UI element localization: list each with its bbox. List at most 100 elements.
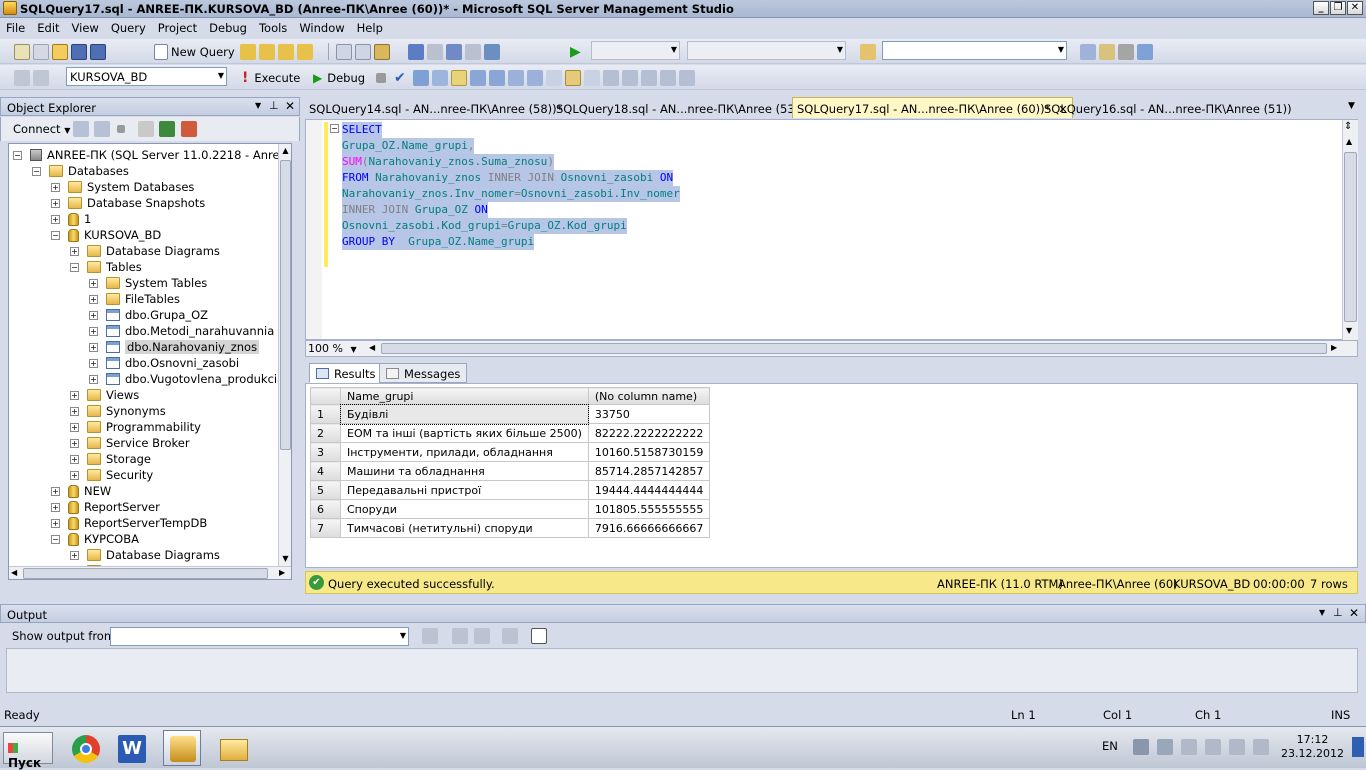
client-statistics-icon[interactable] (527, 69, 543, 86)
tree-node[interactable]: + Security (70, 467, 153, 483)
grid-cell[interactable]: Передавальні пристрої (340, 480, 589, 500)
tree-scroll-left-icon[interactable]: ◀ (11, 568, 17, 577)
expand-node-icon[interactable]: + (51, 182, 60, 192)
tree-node[interactable]: + ReportServer (51, 499, 160, 515)
tree-node[interactable]: + Synonyms (70, 403, 166, 419)
registered-servers-icon[interactable] (1080, 43, 1096, 60)
tree-node[interactable]: + Database Diagrams (70, 547, 220, 563)
paste-icon[interactable] (374, 43, 390, 60)
editor-scroll-up-icon[interactable]: ▲ (1346, 137, 1352, 146)
row-number[interactable]: 3 (310, 442, 341, 462)
restore-button[interactable]: ❐ (1330, 1, 1346, 15)
intellisense-icon[interactable] (470, 69, 486, 86)
row-number[interactable]: 5 (310, 480, 341, 500)
row-number[interactable]: 4 (310, 461, 341, 481)
tree-scroll-right-icon[interactable]: ▶ (279, 568, 285, 577)
tree-node[interactable]: − КУРСОВА (51, 531, 139, 547)
row-number[interactable]: 7 (310, 518, 341, 538)
start-button[interactable]: Пуск (3, 732, 53, 770)
tree-scroll-thumb[interactable] (280, 160, 291, 450)
connect-icon[interactable] (14, 69, 30, 86)
tree-node[interactable]: + ReportServerTempDB (51, 515, 207, 531)
solution-platform-combo[interactable]: ▼ (687, 41, 846, 60)
change-connection-icon[interactable] (33, 69, 49, 86)
expand-node-icon[interactable]: + (70, 422, 79, 432)
display-estimated-plan-icon[interactable] (413, 69, 429, 86)
tree-scroll-up-icon[interactable]: ▲ (279, 144, 291, 158)
grid-cell[interactable]: Споруди (340, 499, 589, 519)
volume-muted-icon[interactable] (1229, 739, 1245, 755)
tree-vertical-scrollbar[interactable]: ▲ ▼ (278, 144, 291, 567)
pin-icon[interactable]: ⊥ (269, 99, 279, 112)
expand-node-icon[interactable]: + (70, 454, 79, 464)
menu-window[interactable]: Window (293, 19, 350, 35)
parse-icon[interactable]: ✔ (394, 70, 410, 86)
stop-icon[interactable] (117, 125, 125, 133)
table-row[interactable]: 5 Передавальні пристрої 19444.4444444444 (310, 480, 711, 500)
disconnect-icon[interactable] (94, 121, 110, 137)
clock[interactable]: 17:12 23.12.2012 (1281, 733, 1344, 761)
chrome-taskbar-button[interactable] (66, 730, 104, 766)
collapse-node-icon[interactable]: − (70, 262, 79, 272)
expand-node-icon[interactable]: + (51, 214, 60, 224)
grid-cell[interactable]: 101805.555555555 (587, 499, 711, 519)
solution-configuration-combo[interactable]: ▼ (591, 41, 680, 60)
tree-node[interactable]: + Database Diagrams (70, 243, 220, 259)
add-item-icon[interactable] (33, 43, 49, 60)
output-pin-icon[interactable]: ⊥ (1333, 606, 1343, 619)
save-icon[interactable] (71, 43, 87, 60)
row-number[interactable]: 1 (310, 404, 341, 424)
filter-icon[interactable] (138, 121, 154, 137)
menu-debug[interactable]: Debug (203, 19, 253, 35)
tree-node[interactable]: +1 (51, 211, 91, 227)
go-to-next-message-icon[interactable] (452, 628, 468, 644)
grid-cell[interactable]: 85714.2857142857 (587, 461, 711, 481)
expand-node-icon[interactable]: + (70, 470, 79, 480)
connect-button[interactable]: Connect ▼ (13, 122, 70, 136)
activity-monitor-icon[interactable] (181, 121, 197, 137)
word-taskbar-button[interactable]: W (112, 730, 150, 766)
pane-dropdown-icon[interactable]: ▼ (255, 101, 261, 110)
clear-all-icon[interactable] (502, 628, 518, 644)
new-query-button[interactable]: New Query (154, 43, 235, 60)
results-to-text-icon[interactable] (546, 69, 562, 86)
tree-node[interactable]: + dbo.Grupa_OZ (89, 307, 208, 323)
expand-node-icon[interactable]: + (89, 374, 98, 384)
tree-node[interactable]: + dbo.Metodi_narahuvannia (89, 323, 274, 339)
analysis-query-icon[interactable] (259, 43, 275, 60)
editor-scroll-thumb[interactable] (1344, 152, 1357, 322)
split-editor-icon[interactable]: ⇕ (1344, 121, 1352, 132)
tree-node[interactable]: + NEW (51, 483, 111, 499)
collapse-node-icon[interactable]: − (13, 150, 22, 160)
database-combo[interactable]: KURSOVA_BD ▼ (66, 67, 227, 86)
mdx-query-icon[interactable] (278, 43, 294, 60)
find-in-files-icon[interactable] (860, 43, 876, 60)
tree-node[interactable]: + dbo.Osnovni_zasobi (89, 355, 239, 371)
go-to-previous-message-icon[interactable] (422, 628, 438, 644)
expand-node-icon[interactable]: + (70, 246, 79, 256)
grid-cell[interactable]: 19444.4444444444 (587, 480, 711, 500)
grid-cell[interactable]: ЕОМ та інші (вартість яких більше 2500) (340, 423, 589, 443)
include-actual-plan-icon[interactable] (489, 69, 505, 86)
refresh-icon[interactable] (159, 121, 175, 137)
explorer-taskbar-button[interactable] (214, 730, 252, 766)
debug-button[interactable]: ▶ Debug (313, 69, 365, 86)
connect-object-icon[interactable] (73, 121, 89, 137)
comment-out-icon[interactable] (603, 69, 619, 86)
increase-indent-icon[interactable] (660, 69, 676, 86)
tree-hscroll-thumb[interactable] (23, 568, 268, 579)
menu-help[interactable]: Help (351, 19, 389, 35)
expand-node-icon[interactable]: + (89, 294, 98, 304)
expand-node-icon[interactable]: + (51, 518, 60, 528)
tab-sqlquery14[interactable]: SQLQuery14.sql - AN...nree-ПК\Anree (58)… (305, 99, 566, 118)
collapse-node-icon[interactable]: − (32, 166, 41, 176)
grid-cell[interactable]: Інструменти, прилади, обладнання (340, 442, 589, 462)
table-row[interactable]: 6 Споруди 101805.555555555 (310, 499, 711, 519)
grid-cell[interactable]: 10160.5158730159 (587, 442, 711, 462)
expand-node-icon[interactable]: + (51, 198, 60, 208)
tree-node[interactable]: − KURSOVA_BD (51, 227, 161, 243)
editor-scroll-right-icon[interactable]: ▶ (1331, 343, 1337, 352)
output-dropdown-icon[interactable]: ▼ (1319, 608, 1325, 617)
usb-icon[interactable] (1205, 739, 1221, 755)
tree-node[interactable]: + Service Broker (70, 435, 190, 451)
